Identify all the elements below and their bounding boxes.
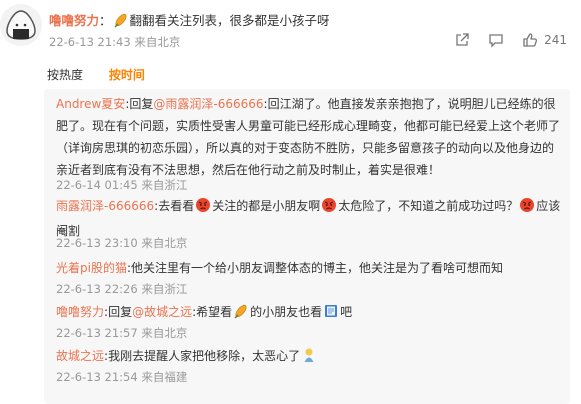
post-text: 翻翻看关注列表，很多都是小孩子呀 xyxy=(129,13,330,28)
comment-source: 来自北京 xyxy=(141,236,188,250)
flower-emoji xyxy=(113,12,129,31)
comment-text: 吧 xyxy=(340,305,353,319)
comment-3: 光着pi股的猫:他关注里有一个给小朋友调整体态的博主，他关注是为了看啥可想而知 xyxy=(56,257,561,279)
comment-user[interactable]: 故城之远 xyxy=(56,349,104,363)
share-icon[interactable] xyxy=(454,32,470,48)
comment-text: 去看看 xyxy=(158,199,195,213)
angry-face-emoji xyxy=(321,197,337,220)
comment-time: 22-6-13 21:54 xyxy=(56,370,138,384)
comment-time: 22-6-13 23:10 xyxy=(56,236,138,250)
comment-text: 太危险了，不知道之前成功过吗？ xyxy=(338,199,519,213)
comment-user[interactable]: 雨露润泽-666666 xyxy=(56,199,154,213)
comment-user[interactable]: 噜噜努力 xyxy=(56,305,104,319)
post-source: 来自北京 xyxy=(134,35,181,49)
comment-4-meta: 22-6-13 21:57 来自北京 xyxy=(56,325,187,341)
post-time: 22-6-13 21:43 xyxy=(49,35,131,49)
post-text-line: 噜噜努力： 翻翻看关注列表，很多都是小孩子呀 xyxy=(49,10,330,31)
replies-panel: Andrew夏安:回复@雨露润泽-666666:回江湖了。他直接发亲亲抱抱了，说… xyxy=(44,89,570,404)
post-author[interactable]: 噜噜努力 xyxy=(49,13,99,28)
flower-emoji xyxy=(233,303,249,326)
avatar[interactable] xyxy=(0,4,42,46)
post-meta: 22-6-13 21:43 来自北京 xyxy=(49,34,180,50)
angry-face-emoji xyxy=(519,197,535,220)
comment-4: 噜噜努力:回复@故城之远:希望看 的小朋友也看吧 xyxy=(56,301,561,326)
like-button[interactable]: 241 xyxy=(522,32,567,48)
comment-time: 22-6-14 01:45 xyxy=(56,178,138,192)
reply-prefix: 回复 xyxy=(108,305,133,319)
tab-by-hot[interactable]: 按热度 xyxy=(47,68,83,82)
comment-1-meta: 22-6-14 01:45 来自浙江 xyxy=(56,177,187,193)
comment-source: 来自浙江 xyxy=(141,282,188,296)
comment-text: 希望看 xyxy=(196,305,233,319)
sort-tabs: 按热度 按时间 xyxy=(47,66,167,83)
tab-by-time[interactable]: 按时间 xyxy=(109,68,145,82)
onigiri-avatar-icon xyxy=(0,4,42,46)
comment-source: 来自北京 xyxy=(141,326,188,340)
like-icon xyxy=(523,33,538,47)
comment-time: 22-6-13 21:57 xyxy=(56,326,138,340)
comment-text: 关注的都是小朋友啊 xyxy=(212,199,321,213)
reply-prefix: 回复 xyxy=(129,97,154,111)
doll-emoji xyxy=(301,347,317,370)
comment-1: Andrew夏安:回复@雨露润泽-666666:回江湖了。他直接发亲亲抱抱了，说… xyxy=(56,93,561,181)
mention-link[interactable]: @雨露润泽-666666 xyxy=(153,97,263,111)
like-count: 241 xyxy=(544,33,567,47)
comment-text: 他关注里有一个给小朋友调整体态的博主，他关注是为了看啥可想而知 xyxy=(131,261,504,275)
comment-source: 来自福建 xyxy=(141,370,188,384)
post-sep: ： xyxy=(99,13,112,28)
comment-source: 来自浙江 xyxy=(141,178,188,192)
mention-link[interactable]: @故城之远 xyxy=(132,305,192,319)
comment-3-meta: 22-6-13 22:26 来自浙江 xyxy=(56,281,187,297)
comment-5: 故城之远:我刚去提醒人家把他移除，太恶心了 xyxy=(56,345,561,370)
comment-user[interactable]: Andrew夏安 xyxy=(56,97,125,111)
comment-5-meta: 22-6-13 21:54 来自福建 xyxy=(56,369,187,385)
comment-icon[interactable] xyxy=(488,32,504,48)
comment-time: 22-6-13 22:26 xyxy=(56,282,138,296)
book-emoji xyxy=(323,303,339,326)
comment-text: 我刚去提醒人家把他移除，太恶心了 xyxy=(108,349,301,363)
post-actions: 241 xyxy=(454,32,567,48)
comment-user[interactable]: 光着pi股的猫 xyxy=(56,261,127,275)
comment-2-meta: 22-6-13 23:10 来自北京 xyxy=(56,235,187,251)
comment-text: 的小朋友也看 xyxy=(250,305,323,319)
angry-face-emoji xyxy=(195,197,211,220)
